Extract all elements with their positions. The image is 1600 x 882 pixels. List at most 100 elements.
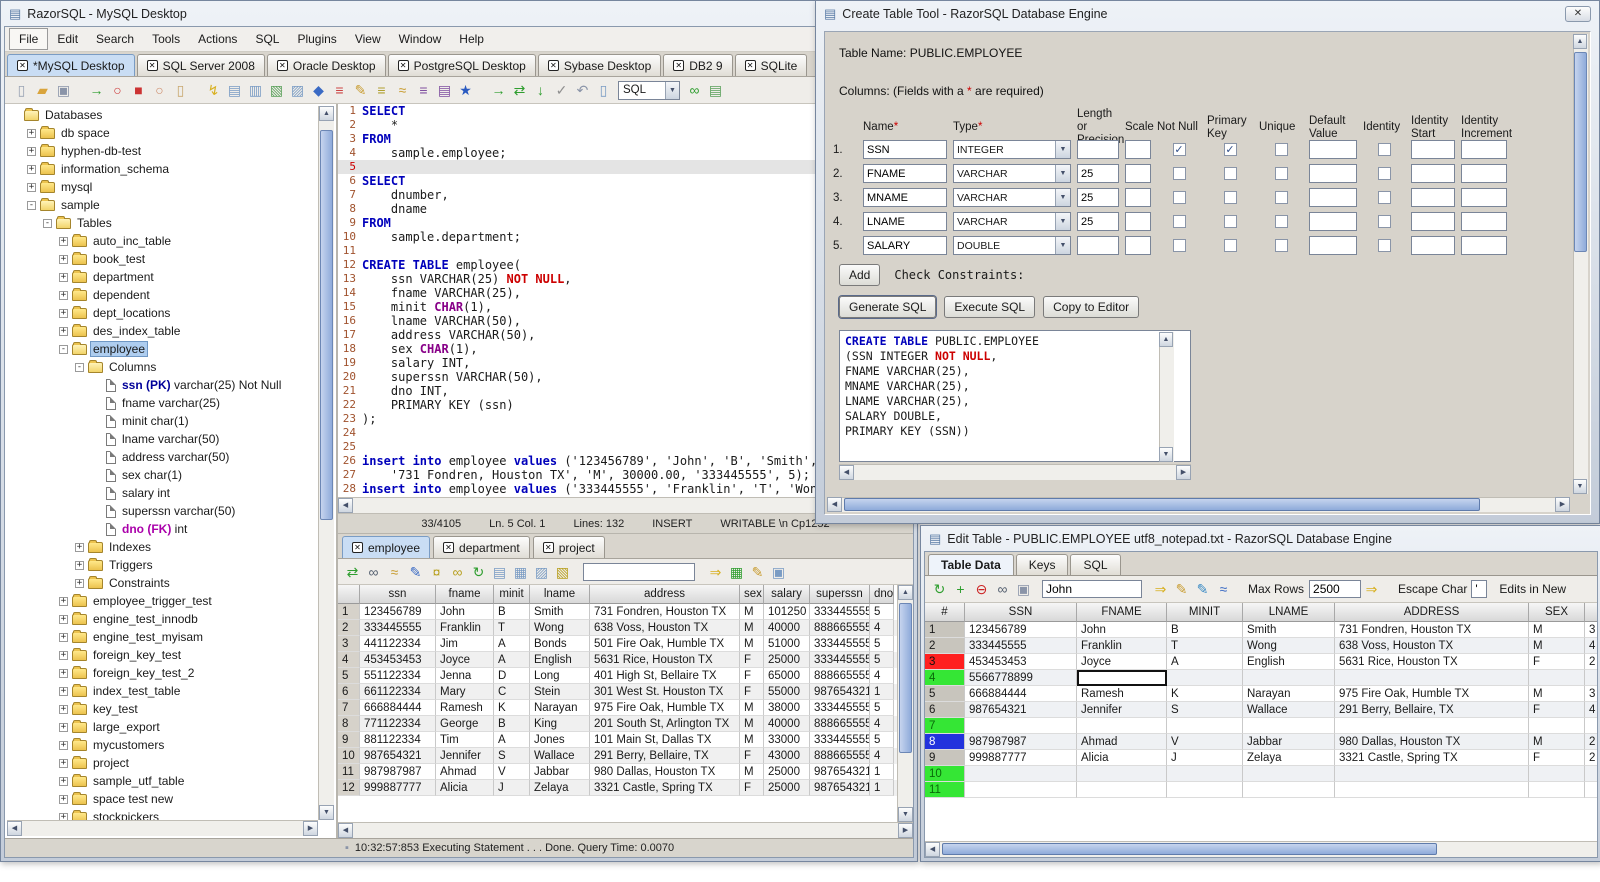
cell[interactable]: 999887777 (360, 780, 436, 796)
identity-increment-input[interactable] (1461, 236, 1507, 255)
edit-horizontal-scrollbar[interactable]: ◀ (925, 841, 1597, 857)
cell[interactable] (1529, 670, 1585, 686)
tree-item-constraints[interactable]: + Constraints (7, 574, 318, 592)
cell[interactable]: M (740, 764, 764, 780)
identity-checkbox[interactable] (1377, 191, 1391, 204)
cell[interactable] (1077, 718, 1167, 734)
key-icon[interactable]: ¤ (426, 562, 447, 582)
filter-icon[interactable]: ≈ (1213, 579, 1234, 599)
cell[interactable]: F (1529, 750, 1585, 766)
cell[interactable]: D (494, 668, 530, 684)
cell[interactable]: 999887777 (965, 750, 1077, 766)
add-column-button[interactable]: Add (839, 264, 881, 286)
cell[interactable]: Franklin (1077, 638, 1167, 654)
menu-edit[interactable]: Edit (48, 29, 87, 49)
tree-item-engine-test-innodb[interactable]: + engine_test_innodb (7, 610, 318, 628)
tree-item-foreign-key-test[interactable]: + foreign_key_test (7, 646, 318, 664)
cell[interactable]: F (740, 668, 764, 684)
scroll-right-button[interactable]: ▶ (898, 823, 913, 838)
not-null-checkbox[interactable]: ✓ (1172, 143, 1186, 156)
column-header-address[interactable]: ADDRESS (1335, 603, 1529, 622)
cell[interactable]: 731 Fondren, Houston TX (1335, 622, 1529, 638)
tree-item-sample-utf-table[interactable]: + sample_utf_table (7, 772, 318, 790)
find-in-file-icon[interactable]: ▥ (245, 80, 266, 100)
close-tab-icon[interactable]: ✕ (443, 542, 455, 553)
cell[interactable]: V (494, 764, 530, 780)
cell[interactable]: M (740, 620, 764, 636)
cell[interactable]: 5 (870, 652, 894, 668)
column-header-sex[interactable]: SEX (1529, 603, 1585, 622)
column-type-select[interactable]: VARCHAR ▼ (953, 164, 1071, 183)
expand-icon[interactable]: + (59, 308, 68, 318)
view-icon[interactable]: ∞ (363, 562, 384, 582)
cell[interactable]: Smith (530, 604, 590, 620)
cell[interactable]: 5566778899 (965, 670, 1077, 686)
cell[interactable]: 101250 (764, 604, 810, 620)
tree-item-sex-char-1[interactable]: sex char(1) (7, 466, 318, 484)
row-number[interactable]: 4 (925, 670, 965, 686)
cell[interactable]: 638 Voss, Houston TX (590, 620, 740, 636)
connection-tab-sybase-desktop[interactable]: ✕ Sybase Desktop (537, 54, 662, 76)
generated-sql-preview[interactable]: CREATE TABLE PUBLIC.EMPLOYEE (SSN INTEGER… (839, 330, 1191, 462)
cell[interactable]: M (740, 700, 764, 716)
edit-mode-icon[interactable]: ✎ (747, 562, 768, 582)
cell[interactable] (1243, 766, 1335, 782)
cell[interactable]: 38000 (764, 700, 810, 716)
cell[interactable]: 123456789 (360, 604, 436, 620)
cell[interactable]: M (1529, 686, 1585, 702)
column-header-minit[interactable]: minit (494, 585, 530, 604)
cell[interactable]: Smith (1243, 622, 1335, 638)
scroll-down-button[interactable]: ▼ (319, 805, 334, 820)
tree-item-employee[interactable]: - employee (7, 340, 318, 358)
collapse-icon[interactable]: - (59, 344, 68, 354)
connection-tab-sqlite[interactable]: ✕ SQLite (734, 54, 808, 76)
cell[interactable]: M (1529, 622, 1585, 638)
create-scroll-thumb[interactable] (1574, 52, 1587, 252)
tree-item-sample[interactable]: - sample (7, 196, 318, 214)
cell[interactable]: 987654321 (810, 780, 870, 796)
close-tab-icon[interactable]: ✕ (17, 60, 28, 71)
results-scroll-thumb[interactable] (899, 603, 912, 753)
tree-item-lname-varchar-50[interactable]: lname varchar(50) (7, 430, 318, 448)
cell[interactable] (1585, 670, 1597, 686)
connection-tab-mysql-desktop[interactable]: ✕ *MySQL Desktop (7, 54, 135, 76)
cell[interactable] (1585, 718, 1597, 734)
results-tab-department[interactable]: ✕ department (433, 536, 530, 558)
cell[interactable]: 2 (1585, 734, 1597, 750)
identity-start-input[interactable] (1411, 188, 1455, 207)
cell[interactable]: 888665555 (810, 668, 870, 684)
cell[interactable]: John (1077, 622, 1167, 638)
row-number[interactable]: 9 (338, 732, 360, 748)
cell[interactable]: 987654321 (810, 684, 870, 700)
default-value-input[interactable] (1309, 188, 1357, 207)
cell[interactable]: 25000 (764, 652, 810, 668)
tree-item-foreign-key-test-2[interactable]: + foreign_key_test_2 (7, 664, 318, 682)
cell[interactable]: 2 (1585, 750, 1597, 766)
not-null-checkbox[interactable] (1172, 167, 1186, 180)
column-header-fname[interactable]: FNAME (1077, 603, 1167, 622)
cell[interactable]: 5 (870, 636, 894, 652)
cell[interactable]: S (1167, 702, 1243, 718)
file-refresh-icon[interactable]: ▧ (266, 80, 287, 100)
cell[interactable]: 1 (870, 764, 894, 780)
cell[interactable]: Ramesh (436, 700, 494, 716)
cell[interactable]: Zelaya (530, 780, 590, 796)
cell[interactable]: 661122334 (360, 684, 436, 700)
connection-tab-db2-9[interactable]: ✕ DB2 9 (663, 54, 733, 76)
edit-titlebar[interactable]: ▤ Edit Table - PUBLIC.EMPLOYEE utf8_note… (921, 526, 1600, 551)
row-number[interactable]: 2 (338, 620, 360, 636)
cell[interactable]: 980 Dallas, Houston TX (590, 764, 740, 780)
scroll-down-button[interactable]: ▼ (1159, 447, 1173, 462)
generate-sql-button[interactable]: Generate SQL (839, 296, 937, 318)
expand-icon[interactable]: + (59, 254, 68, 264)
not-null-checkbox[interactable] (1172, 191, 1186, 204)
tree-item-minit-char-1[interactable]: minit char(1) (7, 412, 318, 430)
tree-item-engine-test-myisam[interactable]: + engine_test_myisam (7, 628, 318, 646)
column-name-input[interactable] (863, 236, 947, 255)
escape-char-input[interactable] (1471, 580, 1488, 598)
scroll-up-button[interactable]: ▲ (1159, 332, 1173, 347)
cell[interactable] (1335, 670, 1529, 686)
scale-input[interactable] (1125, 236, 1151, 255)
cell[interactable]: 501 Fire Oak, Humble TX (590, 636, 740, 652)
cell[interactable]: J (1167, 750, 1243, 766)
